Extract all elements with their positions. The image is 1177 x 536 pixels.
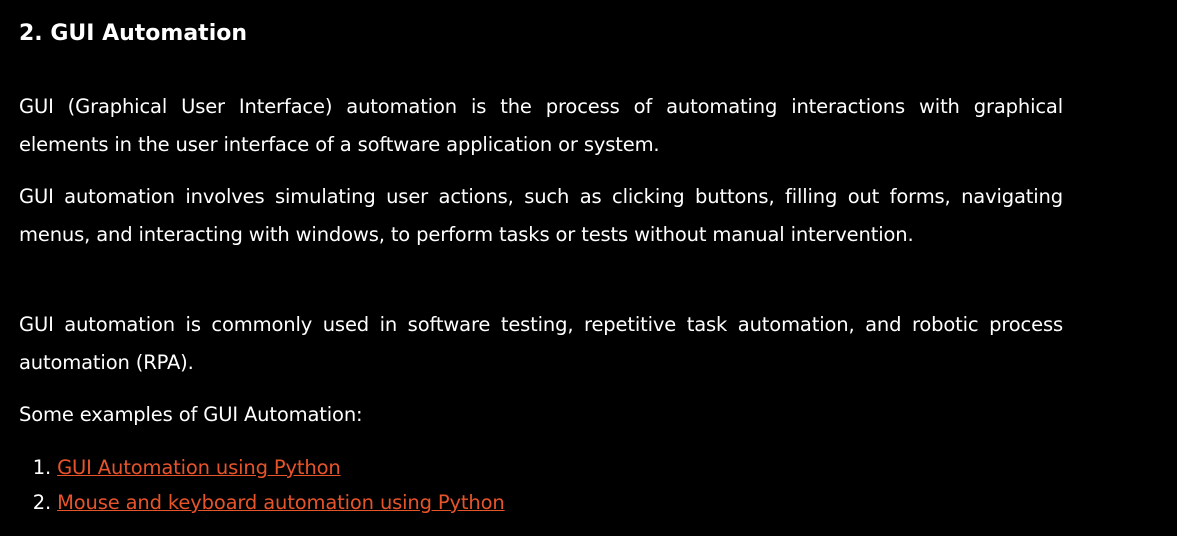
list-number: 1. — [32, 456, 51, 479]
paragraph-description: GUI automation involves simulating user … — [19, 185, 1063, 246]
paragraph-examples-intro: Some examples of GUI Automation: — [19, 403, 363, 426]
paragraph-definition: GUI (Graphical User Interface) automatio… — [19, 95, 1063, 156]
section-heading: 2. GUI Automation — [19, 21, 248, 46]
list-item: 1. GUI Automation using Python — [19, 450, 505, 485]
examples-list: 1. GUI Automation using Python 2. Mouse … — [19, 450, 505, 520]
paragraph-uses: GUI automation is commonly used in softw… — [19, 313, 1063, 374]
list-item: 2. Mouse and keyboard automation using P… — [19, 485, 505, 520]
link-gui-automation-python[interactable]: GUI Automation using Python — [57, 456, 341, 479]
link-mouse-keyboard-automation-python[interactable]: Mouse and keyboard automation using Pyth… — [57, 491, 505, 514]
list-number: 2. — [32, 491, 51, 514]
